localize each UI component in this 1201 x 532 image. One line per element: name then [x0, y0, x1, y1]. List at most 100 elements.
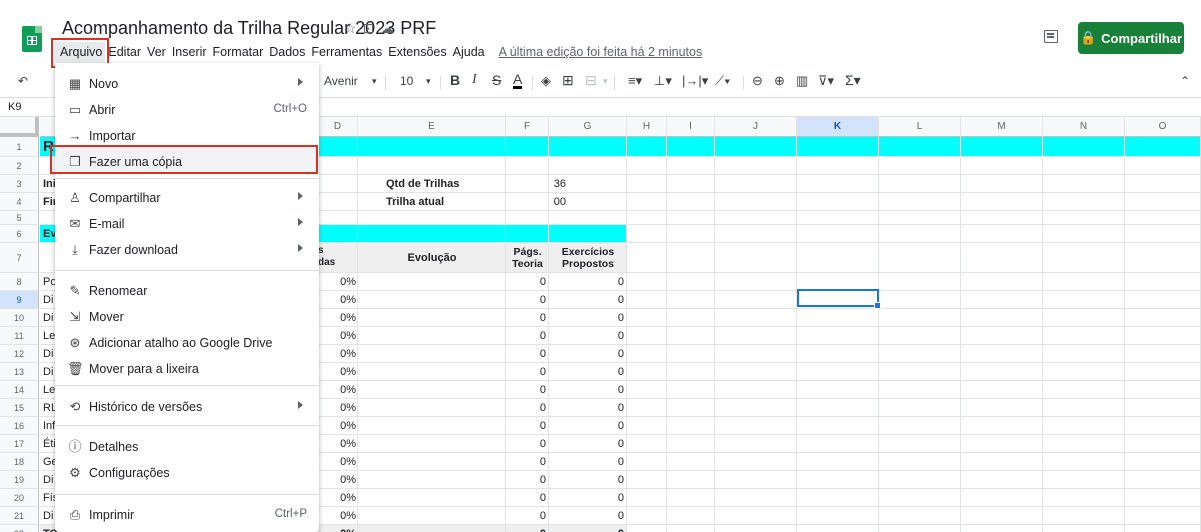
- menu-item-imprimir[interactable]: ⎙ Imprimir Ctrl+P: [55, 502, 319, 528]
- cell-d8[interactable]: 0%: [318, 273, 356, 291]
- column-header-d[interactable]: D: [318, 117, 358, 137]
- cell-g11[interactable]: 0: [549, 327, 624, 345]
- cell-f19[interactable]: 0: [506, 471, 546, 489]
- row-header-8[interactable]: 8: [0, 273, 39, 291]
- cell-d9[interactable]: 0%: [318, 291, 356, 309]
- row-header-1[interactable]: 1: [0, 137, 39, 157]
- menu-item-renomear[interactable]: ✎ Renomear: [55, 278, 319, 304]
- cell-g8[interactable]: 0: [549, 273, 624, 291]
- borders-icon[interactable]: ⊞: [562, 72, 574, 89]
- cell-f12[interactable]: 0: [506, 345, 546, 363]
- row-header-9[interactable]: 9: [0, 291, 39, 309]
- cell-g22[interactable]: 0: [549, 525, 624, 532]
- undo-icon[interactable]: ↶: [18, 74, 28, 88]
- cell-c7-line2[interactable]: das: [318, 257, 348, 269]
- cell-f10[interactable]: 0: [506, 309, 546, 327]
- row-header-4[interactable]: 4: [0, 193, 39, 211]
- cell-f20[interactable]: 0: [506, 489, 546, 507]
- italic-icon[interactable]: I: [472, 72, 477, 88]
- functions-icon[interactable]: Σ▾: [845, 72, 861, 89]
- comment-history-icon[interactable]: [1044, 30, 1058, 43]
- row-header-18[interactable]: 18: [0, 453, 39, 471]
- cell-d13[interactable]: 0%: [318, 363, 356, 381]
- last-edit-link[interactable]: A última edição foi feita há 2 minutos: [496, 45, 706, 63]
- cell-d18[interactable]: 0%: [318, 453, 356, 471]
- menu-editar[interactable]: Editar: [105, 45, 144, 63]
- column-header-g[interactable]: G: [549, 117, 627, 137]
- cell-c7-line1[interactable]: s: [318, 245, 348, 257]
- column-header-m[interactable]: M: [961, 117, 1043, 137]
- column-header-o[interactable]: O: [1125, 117, 1201, 137]
- cell-f21[interactable]: 0: [506, 507, 546, 525]
- row-header-13[interactable]: 13: [0, 363, 39, 381]
- cell-f14[interactable]: 0: [506, 381, 546, 399]
- cell-f16[interactable]: 0: [506, 417, 546, 435]
- cell-g9[interactable]: 0: [549, 291, 624, 309]
- menu-item-detalhes[interactable]: ⓘ Detalhes: [55, 434, 319, 460]
- font-size-dropdown-icon[interactable]: ▾: [426, 76, 431, 87]
- cell-d19[interactable]: 0%: [318, 471, 356, 489]
- cell-f22[interactable]: 0: [506, 525, 546, 532]
- row-header-19[interactable]: 19: [0, 471, 39, 489]
- row-header-16[interactable]: 16: [0, 417, 39, 435]
- menu-item-mover[interactable]: ⇲ Mover: [55, 304, 319, 330]
- star-icon[interactable]: ☆: [344, 20, 363, 36]
- menu-extensoes[interactable]: Extensões: [385, 45, 449, 63]
- row-header-15[interactable]: 15: [0, 399, 39, 417]
- menu-item-abrir[interactable]: ▭ Abrir Ctrl+O: [55, 97, 319, 123]
- row-header-5[interactable]: 5: [0, 211, 39, 225]
- cell-f3[interactable]: 36: [506, 175, 566, 193]
- cell-d11[interactable]: 0%: [318, 327, 356, 345]
- menu-item-e-mail[interactable]: ✉ E-mail: [55, 211, 319, 237]
- menu-ajuda[interactable]: Ajuda: [450, 45, 488, 63]
- cell-f4[interactable]: 00: [506, 193, 566, 211]
- insert-link-icon[interactable]: ⊖: [752, 73, 763, 89]
- row-header-6[interactable]: 6: [0, 225, 39, 243]
- name-box[interactable]: K9: [8, 101, 21, 113]
- cell-d15[interactable]: 0%: [318, 399, 356, 417]
- menu-item-configura-es[interactable]: ⚙ Configurações: [55, 460, 319, 486]
- row-header-22[interactable]: 22: [0, 525, 39, 532]
- strikethrough-icon[interactable]: S: [492, 72, 501, 88]
- column-header-e[interactable]: E: [358, 117, 506, 137]
- menu-item-fazer-download[interactable]: ⤓ Fazer download: [55, 237, 319, 263]
- column-header-n[interactable]: N: [1043, 117, 1125, 137]
- menu-dados[interactable]: Dados: [266, 45, 308, 63]
- cell-e7[interactable]: Evolução: [358, 243, 506, 273]
- collapse-toolbar-icon[interactable]: ⌃: [1180, 74, 1190, 88]
- row-header-10[interactable]: 10: [0, 309, 39, 327]
- font-size-input[interactable]: 10: [400, 74, 413, 88]
- share-button[interactable]: 🔒 Compartilhar: [1078, 22, 1184, 54]
- cell-g14[interactable]: 0: [549, 381, 624, 399]
- insert-comment-icon[interactable]: ⊕: [774, 73, 785, 89]
- row-header-17[interactable]: 17: [0, 435, 39, 453]
- row-header-21[interactable]: 21: [0, 507, 39, 525]
- cell-d17[interactable]: 0%: [318, 435, 356, 453]
- cell-g7-line1[interactable]: Exercícios: [549, 246, 627, 258]
- cell-d16[interactable]: 0%: [318, 417, 356, 435]
- menu-formatar[interactable]: Formatar: [210, 45, 267, 63]
- cell-f17[interactable]: 0: [506, 435, 546, 453]
- cell-g17[interactable]: 0: [549, 435, 624, 453]
- align-horizontal-icon[interactable]: ≡▾: [628, 73, 642, 89]
- menu-inserir[interactable]: Inserir: [169, 45, 210, 63]
- select-all-corner[interactable]: [0, 117, 39, 137]
- cell-g10[interactable]: 0: [549, 309, 624, 327]
- cell-g13[interactable]: 0: [549, 363, 624, 381]
- row-header-3[interactable]: 3: [0, 175, 39, 193]
- column-header-l[interactable]: L: [879, 117, 961, 137]
- menu-item-adicionar-atalho-ao-google-drive[interactable]: ⊛ Adicionar atalho ao Google Drive: [55, 330, 319, 356]
- cell-f15[interactable]: 0: [506, 399, 546, 417]
- cell-g19[interactable]: 0: [549, 471, 624, 489]
- cell-f18[interactable]: 0: [506, 453, 546, 471]
- row-header-12[interactable]: 12: [0, 345, 39, 363]
- font-family-select[interactable]: Avenir: [324, 74, 358, 88]
- menu-item-mover-para-a-lixeira[interactable]: 🗑 Mover para a lixeira: [55, 356, 319, 382]
- cell-e4[interactable]: Trilha atual: [386, 193, 506, 211]
- column-header-j[interactable]: J: [715, 117, 797, 137]
- filter-icon[interactable]: ⊽▾: [818, 73, 834, 89]
- column-header-i[interactable]: I: [667, 117, 715, 137]
- cell-d22[interactable]: 0%: [318, 525, 356, 532]
- row-header-14[interactable]: 14: [0, 381, 39, 399]
- merge-cells-icon[interactable]: ⊟: [585, 72, 597, 89]
